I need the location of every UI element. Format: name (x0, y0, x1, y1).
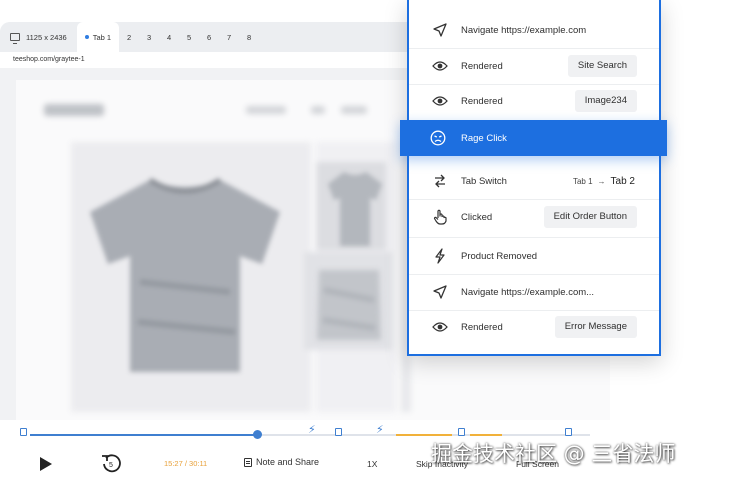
event-bolt-icon[interactable]: ⚡ (308, 425, 316, 436)
note-icon (244, 457, 252, 467)
activity-segment (470, 434, 502, 436)
event-label: Rendered (461, 95, 503, 107)
eye-icon (431, 57, 449, 75)
watermark: 掘金技术社区 @ 三省法师 (431, 442, 676, 466)
event-label: Rage Click (461, 132, 507, 144)
event-label: Tab Switch (461, 175, 507, 187)
tab-3[interactable]: 3 (139, 22, 159, 52)
lightning-bolt-icon (431, 247, 449, 265)
page-marker-icon[interactable] (335, 428, 342, 436)
note-and-share-label: Note and Share (256, 457, 320, 467)
event-label: Rendered (461, 60, 503, 72)
tab-8[interactable]: 8 (239, 22, 259, 52)
blurred-logo (44, 104, 104, 116)
tab-switch-detail: Tab 1 → Tab 2 (573, 176, 635, 187)
event-row-rendered[interactable]: Rendered Site Search (409, 48, 659, 84)
event-row-clicked[interactable]: Clicked Edit Order Button (409, 199, 659, 235)
page-marker-icon[interactable] (565, 428, 572, 436)
event-row-product-removed[interactable]: Product Removed (409, 238, 659, 274)
event-target-pill: Error Message (554, 316, 637, 338)
blurred-nav-item (311, 106, 325, 114)
event-label: Navigate https://example.com... (461, 286, 595, 298)
tab-7[interactable]: 7 (219, 22, 239, 52)
event-label: Rendered (461, 321, 503, 333)
event-label: Clicked (461, 211, 493, 223)
event-row-rage-click[interactable]: Rage Click (400, 120, 667, 156)
event-row-tab-switch[interactable]: Tab Switch Tab 1 → Tab 2 (409, 163, 659, 199)
tab-4[interactable]: 4 (159, 22, 179, 52)
angry-face-icon (429, 129, 447, 147)
tab-switch-to: Tab 2 (610, 175, 635, 187)
blurred-nav-item (341, 106, 367, 114)
tab-5[interactable]: 5 (179, 22, 199, 52)
play-icon[interactable] (40, 457, 52, 471)
event-bolt-icon[interactable]: ⚡ (376, 425, 384, 436)
timeline-progress (30, 434, 258, 436)
event-label: Navigate https://example.com (461, 24, 587, 36)
blurred-nav-item (246, 106, 286, 114)
tshirt-thumbnail-image (328, 172, 382, 246)
event-row-rendered[interactable]: Rendered Image234 (409, 83, 659, 119)
monitor-icon (10, 33, 20, 44)
event-row-navigate[interactable]: Navigate https://example.com (409, 12, 659, 48)
navigation-arrow-icon (431, 21, 449, 39)
rewind-icon[interactable]: 5 (100, 452, 122, 474)
active-tab-dot-icon (84, 35, 89, 39)
event-target-pill: Site Search (567, 55, 637, 77)
pointer-hand-icon (431, 208, 449, 226)
event-target-pill: Image234 (574, 90, 637, 112)
dimensions-text: 1125 x 2436 (26, 32, 67, 42)
tab-2[interactable]: 2 (119, 22, 139, 52)
tab-switch-from: Tab 1 (572, 176, 593, 186)
playback-speed-button[interactable]: 1X (367, 459, 377, 469)
tab-label: Tab 1 (92, 32, 112, 42)
svg-text:5: 5 (109, 462, 113, 469)
event-target-pill: Edit Order Button (543, 206, 637, 228)
eye-icon (431, 92, 449, 110)
navigation-arrow-icon (431, 283, 449, 301)
screen-dimensions: 1125 x 2436 (0, 22, 77, 52)
timeline-scrubber[interactable] (253, 430, 262, 439)
page-marker-icon[interactable] (20, 428, 27, 436)
eye-icon (431, 318, 449, 336)
tab-6[interactable]: 6 (199, 22, 219, 52)
swap-arrows-icon (431, 172, 449, 190)
event-list-panel: Navigate https://example.com Rendered Si… (407, 0, 661, 356)
event-row-navigate[interactable]: Navigate https://example.com... (409, 274, 659, 310)
event-row-rendered[interactable]: Rendered Error Message (409, 309, 659, 345)
tab-1[interactable]: Tab 1 (76, 22, 120, 52)
tshirt-thumbnail-image (317, 270, 381, 340)
activity-segment (396, 434, 452, 436)
page-marker-icon[interactable] (458, 428, 465, 436)
tshirt-image (90, 177, 280, 372)
playback-time: 15:27 / 30:11 (164, 459, 208, 468)
event-label: Product Removed (461, 250, 538, 262)
arrow-right-icon: → (597, 176, 606, 186)
note-and-share-button[interactable]: Note and Share (244, 457, 319, 467)
